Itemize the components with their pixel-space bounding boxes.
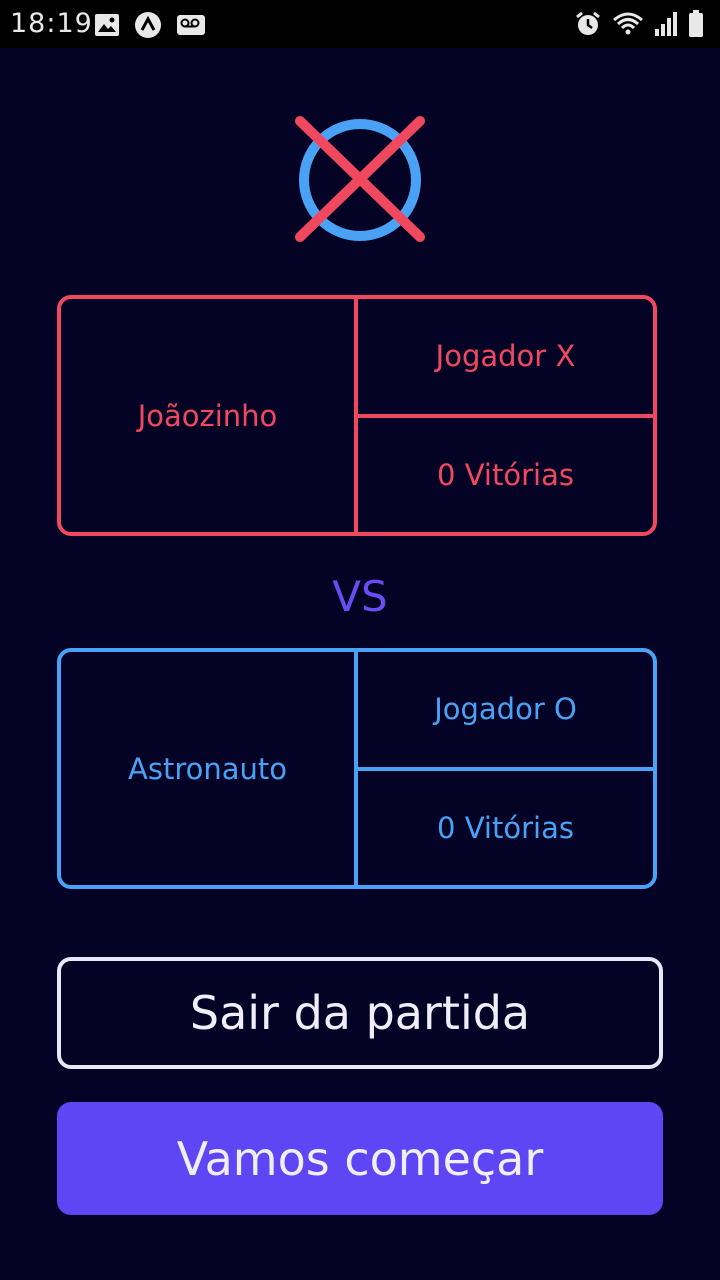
versus-label: VS bbox=[332, 572, 388, 621]
image-icon bbox=[95, 14, 119, 36]
voicemail-icon bbox=[177, 15, 205, 35]
player-o-name: Astronauto bbox=[61, 652, 358, 885]
player-x-role: Jogador X bbox=[358, 299, 653, 418]
player-x-wins: 0 Vitórias bbox=[437, 457, 574, 492]
player-x-card: Joãozinho Jogador X 0 Vitórias bbox=[57, 295, 657, 536]
alarm-icon bbox=[576, 11, 600, 35]
status-time: 18:19 bbox=[10, 8, 93, 39]
player-x-name: Joãozinho bbox=[61, 299, 358, 532]
exit-match-button[interactable]: Sair da partida bbox=[57, 957, 663, 1069]
player-o-wins: 0 Vitórias bbox=[437, 810, 574, 845]
game-logo-icon bbox=[295, 116, 425, 242]
player-o-card: Astronauto Jogador O 0 Vitórias bbox=[57, 648, 657, 889]
signal-icon bbox=[655, 12, 677, 36]
status-bar: 18:19 bbox=[0, 0, 720, 48]
start-game-button[interactable]: Vamos começar bbox=[57, 1102, 663, 1215]
wifi-icon bbox=[613, 12, 643, 35]
app-notification-icon bbox=[135, 12, 161, 38]
player-o-role: Jogador O bbox=[358, 652, 653, 771]
battery-icon bbox=[689, 10, 703, 37]
